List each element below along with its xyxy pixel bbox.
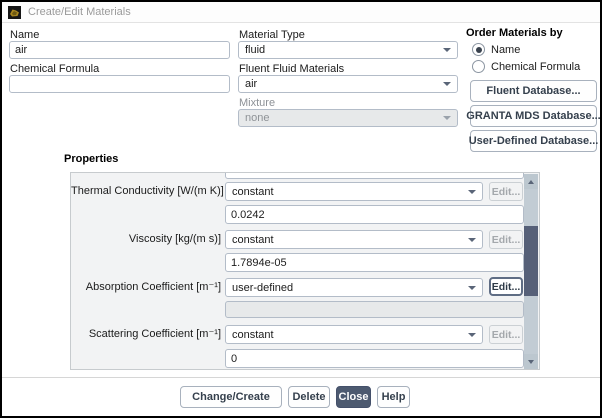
- absorption-coefficient-method: user-defined: [232, 281, 294, 294]
- delete-button[interactable]: Delete: [288, 386, 330, 408]
- fluent-database-button[interactable]: Fluent Database...: [470, 80, 597, 102]
- thermal-conductivity-edit-button: Edit...: [489, 182, 523, 201]
- properties-panel: Thermal Conductivity [W/(m K)] constant …: [70, 172, 540, 370]
- chevron-down-icon: [468, 237, 476, 242]
- chevron-down-icon: [443, 48, 451, 52]
- granta-mds-database-button[interactable]: GRANTA MDS Database...: [466, 105, 600, 127]
- scrollbar-thumb[interactable]: [524, 226, 538, 296]
- thermal-conductivity-method: constant: [232, 185, 274, 198]
- material-type-value: fluid: [245, 44, 266, 56]
- radio-selected-icon[interactable]: [472, 43, 485, 56]
- chevron-down-icon: [443, 82, 451, 86]
- material-type-label: Material Type: [239, 29, 305, 41]
- viscosity-value-input[interactable]: [225, 253, 524, 272]
- absorption-coefficient-value-input: [225, 301, 524, 318]
- scattering-coefficient-method: constant: [232, 328, 274, 341]
- scrollbar-down-button[interactable]: [524, 354, 538, 369]
- properties-label: Properties: [64, 153, 119, 165]
- properties-scrollbar[interactable]: [524, 174, 538, 369]
- thermal-conductivity-label: Thermal Conductivity [W/(m K)]: [71, 185, 224, 197]
- scroll-up-icon: [528, 179, 534, 184]
- chemical-formula-label: Chemical Formula: [10, 63, 100, 75]
- mixture-value: none: [245, 112, 270, 124]
- scroll-down-icon: [528, 359, 534, 364]
- radio-order-by-name[interactable]: Name: [472, 43, 520, 56]
- create-edit-materials-dialog: Create/Edit Materials Name Chemical Form…: [0, 0, 602, 418]
- scattering-coefficient-value-input[interactable]: [225, 349, 524, 368]
- absorption-coefficient-label: Absorption Coefficient [m⁻¹]: [85, 281, 221, 293]
- footer-separator: [2, 377, 600, 378]
- chemical-formula-input[interactable]: [9, 75, 230, 93]
- window-title: Create/Edit Materials: [28, 6, 131, 18]
- absorption-coefficient-method-dropdown[interactable]: user-defined: [225, 278, 483, 297]
- chevron-down-icon: [468, 189, 476, 194]
- viscosity-method-dropdown[interactable]: constant: [225, 230, 483, 249]
- order-materials-by-label: Order Materials by: [466, 27, 563, 39]
- absorption-coefficient-edit-button[interactable]: Edit...: [489, 277, 523, 296]
- name-label: Name: [10, 29, 40, 41]
- thermal-conductivity-value-input[interactable]: [225, 205, 524, 224]
- viscosity-method: constant: [232, 233, 274, 246]
- fluent-fluid-materials-value: air: [245, 78, 258, 90]
- title-bar: Create/Edit Materials: [2, 2, 600, 23]
- close-button[interactable]: Close: [336, 386, 371, 408]
- scattering-coefficient-method-dropdown[interactable]: constant: [225, 325, 483, 344]
- change-create-button[interactable]: Change/Create: [180, 386, 282, 408]
- fluent-fluid-materials-dropdown[interactable]: air: [238, 75, 458, 93]
- radio-order-by-chemical-formula[interactable]: Chemical Formula: [472, 60, 580, 73]
- help-button[interactable]: Help: [377, 386, 410, 408]
- user-defined-database-button[interactable]: User-Defined Database...: [469, 130, 598, 152]
- material-type-dropdown[interactable]: fluid: [238, 41, 458, 59]
- chevron-down-icon: [468, 285, 476, 290]
- radio-unselected-icon[interactable]: [472, 60, 485, 73]
- radio-chemical-formula-label: Chemical Formula: [491, 60, 581, 73]
- radio-name-label: Name: [491, 43, 521, 56]
- mixture-dropdown: none: [238, 109, 458, 127]
- scrollbar-up-button[interactable]: [524, 174, 538, 189]
- chevron-down-icon: [468, 332, 476, 337]
- materials-icon: [8, 5, 21, 19]
- mixture-label: Mixture: [239, 97, 276, 109]
- name-input[interactable]: [9, 41, 230, 59]
- thermal-conductivity-method-dropdown[interactable]: constant: [225, 182, 483, 201]
- scattering-coefficient-edit-button: Edit...: [489, 325, 523, 344]
- fluent-fluid-materials-label: Fluent Fluid Materials: [239, 63, 345, 75]
- viscosity-label: Viscosity [kg/(m s)]: [128, 233, 221, 245]
- viscosity-edit-button: Edit...: [489, 230, 523, 249]
- scattering-coefficient-label: Scattering Coefficient [m⁻¹]: [88, 328, 221, 340]
- clipped-input-above[interactable]: [225, 173, 524, 179]
- clipped-edit-below: [489, 369, 523, 370]
- chevron-down-icon: [443, 116, 451, 120]
